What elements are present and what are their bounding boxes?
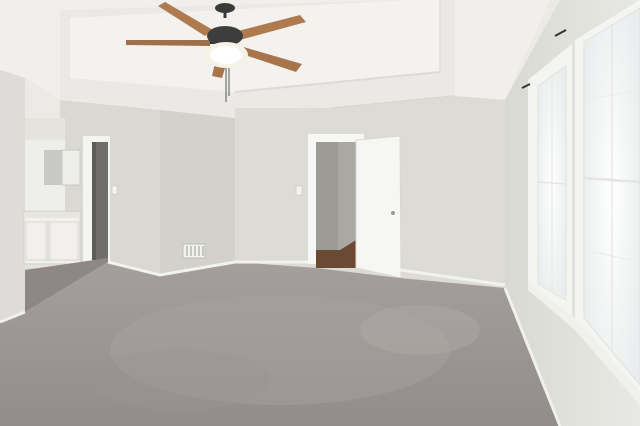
wall-pillar (0, 70, 25, 322)
light-switch (295, 185, 303, 196)
light-switch-bath (111, 185, 118, 195)
empty-bedroom-photo (0, 0, 640, 426)
open-door (355, 135, 402, 279)
floor-vent (182, 243, 206, 259)
